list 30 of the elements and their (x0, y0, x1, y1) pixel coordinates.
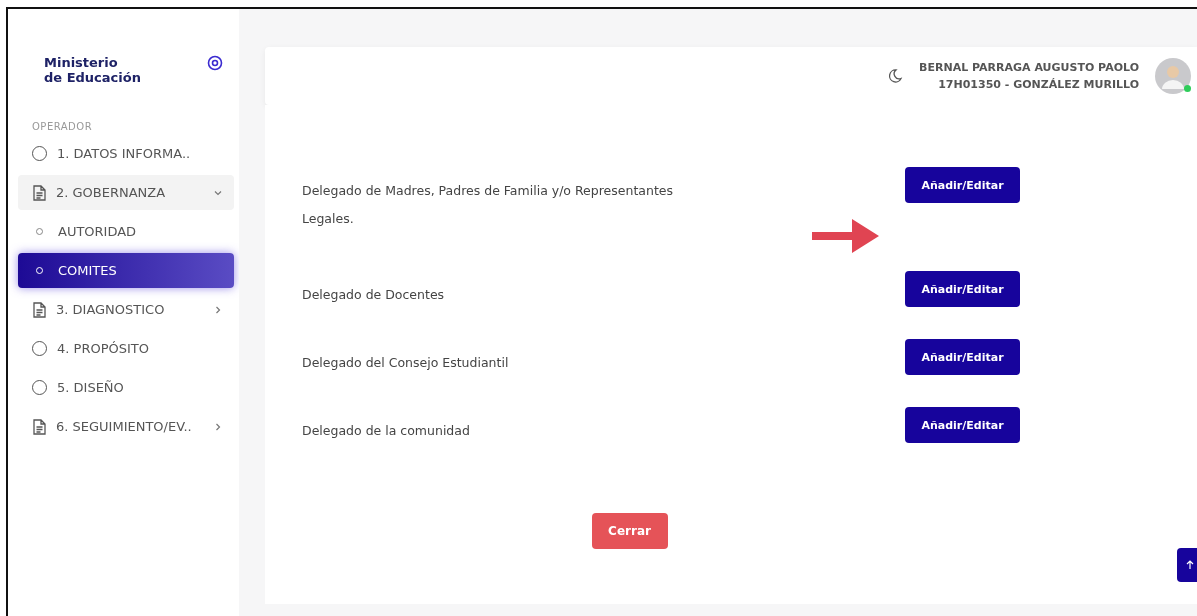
sidebar-item[interactable]: 5. DISEÑO (18, 370, 234, 405)
chevron-right-icon (214, 305, 222, 314)
add-edit-button[interactable]: Añadir/Editar (905, 271, 1020, 307)
chevron-down-icon (214, 188, 222, 197)
arrow-up-icon (1186, 560, 1194, 570)
ministry-logo: Ministerio de Educación (44, 55, 141, 85)
sidebar-item[interactable]: 6. SEGUIMIENTO/EV.. (18, 409, 234, 444)
delegate-label: Delegado del Consejo Estudiantil (302, 354, 510, 372)
close-button[interactable]: Cerrar (591, 513, 668, 549)
chevron-right-icon (214, 422, 222, 431)
add-edit-button[interactable]: Añadir/Editar (905, 167, 1020, 203)
moon-icon[interactable] (887, 68, 904, 84)
document-icon (32, 301, 46, 318)
sidebar-item[interactable]: AUTORIDAD (18, 214, 234, 249)
user-name: BERNAL PARRAGA AUGUSTO PAOLO (919, 61, 1139, 74)
sidebar-item[interactable]: COMITES (18, 253, 234, 288)
sidebar-item[interactable]: 1. DATOS INFORMA.. (18, 136, 234, 171)
user-school: 17H01350 - GONZÁLEZ MURILLO (938, 78, 1139, 91)
delegate-label: Delegado de Docentes (302, 286, 446, 304)
sidebar-item[interactable]: 3. DIAGNOSTICO (18, 292, 234, 327)
document-icon (32, 184, 46, 201)
add-edit-button[interactable]: Añadir/Editar (905, 407, 1020, 443)
sidebar-item[interactable]: 2. GOBERNANZA (18, 175, 234, 210)
delegate-label: Delegado de la comunidad (302, 422, 471, 440)
sidebar-item[interactable]: 4. PROPÓSITO (18, 331, 234, 366)
target-icon[interactable] (207, 55, 223, 71)
document-icon (32, 418, 46, 435)
delegate-label: Delegado de Madres, Padres de Familia y/o Representantes Legales. (302, 182, 674, 228)
section-label: OPERADOR (31, 120, 94, 132)
add-edit-button[interactable]: Añadir/Editar (905, 339, 1020, 375)
